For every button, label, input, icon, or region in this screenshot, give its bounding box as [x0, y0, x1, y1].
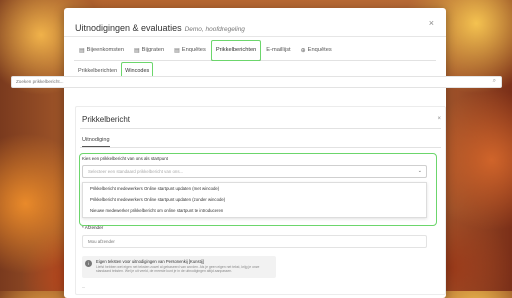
- tab-e-maillijst[interactable]: E-maillijst: [261, 40, 295, 60]
- calendar-icon: ▤: [79, 47, 85, 54]
- tab-uitnodiging[interactable]: Uitnodiging: [82, 137, 110, 147]
- own-text-title: Eigen teksten voor uitnodigingen van Per…: [96, 259, 204, 264]
- tab-label: Enquêtes: [181, 47, 206, 53]
- panel-title: Prikkelbericht: [82, 115, 131, 124]
- template-select-label: Kies een prikkelbericht van ons als star…: [82, 156, 168, 161]
- template-dropdown-list: Prikkelbericht medewerkers Online startp…: [82, 182, 427, 218]
- search-icon: ⌕: [492, 78, 496, 84]
- calendar-icon: ▤: [174, 47, 180, 54]
- modal-header: Uitnodigingen & evaluaties Demo, hoofdreg…: [75, 18, 436, 36]
- template-select-placeholder: Selecteer een standaard prikkelbericht v…: [88, 169, 184, 174]
- list-icon: ⊕: [300, 47, 306, 54]
- own-text-description: Liefst hebben wet eigen net teksten zowe…: [96, 265, 260, 274]
- dropdown-option[interactable]: Prikkelbericht medewerkers Online startp…: [83, 195, 426, 205]
- close-icon[interactable]: ×: [429, 18, 434, 28]
- sender-label: * Afzender: [82, 225, 104, 230]
- tab-prikkelberichten[interactable]: Prikkelberichten: [210, 40, 262, 61]
- modal-title: Uitnodigingen & evaluaties: [75, 23, 182, 33]
- dropdown-option[interactable]: Prikkelbericht medewerkers Online startp…: [83, 184, 426, 194]
- tab-label: Bijeenkomsten: [86, 47, 124, 53]
- chevron-down-icon: ⌄: [417, 168, 422, 174]
- tab-bijgraten[interactable]: ▤ Bijgraten: [129, 40, 169, 60]
- calendar-icon: ▤: [133, 47, 140, 54]
- tab-label: Bijgraten: [141, 47, 165, 53]
- main-tabs: ▤ Bijeenkomsten ▤ Bijgraten ▤ Enquêtes Prik…: [74, 40, 436, 61]
- panel-tab-divider: [80, 147, 441, 148]
- tab-label: E-maillijst: [266, 47, 291, 53]
- tab-label: Prikkelberichten: [215, 47, 257, 53]
- template-select[interactable]: Selecteer een standaard prikkelbericht v…: [82, 165, 427, 178]
- own-text-info[interactable]: i Eigen teksten voor uitnodigingen van P…: [82, 256, 276, 278]
- dropdown-option[interactable]: Nieuwe medewerker prikkelbericht om onli…: [83, 206, 426, 216]
- header-divider: [64, 36, 446, 37]
- tab-enquetes-2[interactable]: ⊕ Enquêtes: [296, 40, 337, 60]
- search-input[interactable]: [11, 76, 502, 88]
- tab-label: Enquêtes: [307, 47, 332, 53]
- modal-subtitle: Demo, hoofdregeling: [184, 26, 245, 33]
- collapse-icon[interactable]: ×: [437, 116, 441, 122]
- panel-divider: [80, 128, 441, 129]
- sender-field[interactable]: [82, 235, 427, 248]
- tab-bijeenkomsten[interactable]: ▤ Bijeenkomsten: [74, 40, 129, 60]
- tab-enquetes[interactable]: ▤ Enquêtes: [169, 40, 211, 60]
- bottom-text: ...: [82, 284, 86, 289]
- info-icon: i: [85, 260, 92, 267]
